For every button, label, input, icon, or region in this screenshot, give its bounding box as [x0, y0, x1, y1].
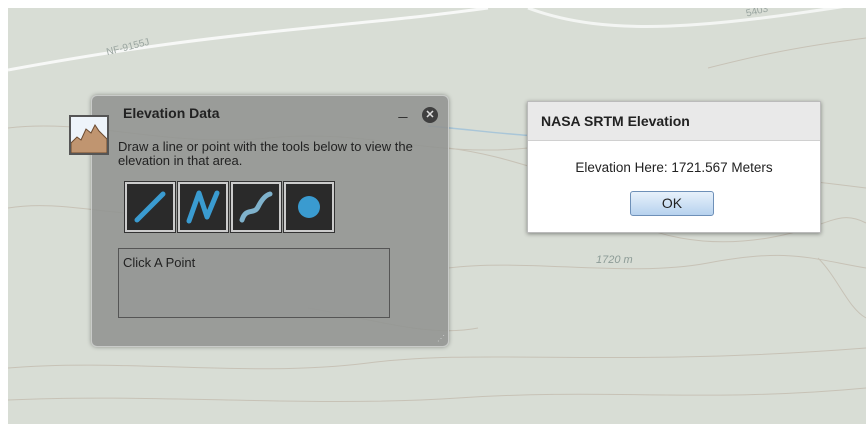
close-button[interactable]: ✕ — [422, 107, 438, 123]
dialog-message: Elevation Here: 1721.567 Meters — [575, 160, 773, 175]
widget-title: Elevation Data — [123, 105, 220, 121]
elevation-widget: Elevation Data _ ✕ Draw a line or point … — [91, 95, 449, 347]
ok-button[interactable]: OK — [630, 191, 714, 216]
minimize-button[interactable]: _ — [396, 102, 410, 120]
point-tool-button[interactable] — [283, 181, 335, 233]
contour-elevation-label: 1720 m — [596, 254, 633, 266]
line-tool-icon — [134, 191, 166, 223]
result-box: Click A Point — [118, 248, 390, 318]
dialog-title: NASA SRTM Elevation — [541, 113, 690, 129]
line-tool-button[interactable] — [124, 181, 176, 233]
elevation-dialog: NASA SRTM Elevation Elevation Here: 1721… — [527, 101, 821, 233]
polyline-tool-icon — [186, 190, 220, 224]
resize-grip-icon[interactable]: ⋰ — [437, 335, 445, 343]
freehand-tool-icon — [239, 191, 273, 223]
polyline-tool-button[interactable] — [177, 181, 229, 233]
widget-instructions: Draw a line or point with the tools belo… — [118, 139, 413, 168]
elevation-profile-icon[interactable] — [69, 115, 109, 155]
freehand-tool-button[interactable] — [230, 181, 282, 233]
point-tool-icon — [298, 196, 320, 218]
tool-row — [124, 181, 335, 233]
